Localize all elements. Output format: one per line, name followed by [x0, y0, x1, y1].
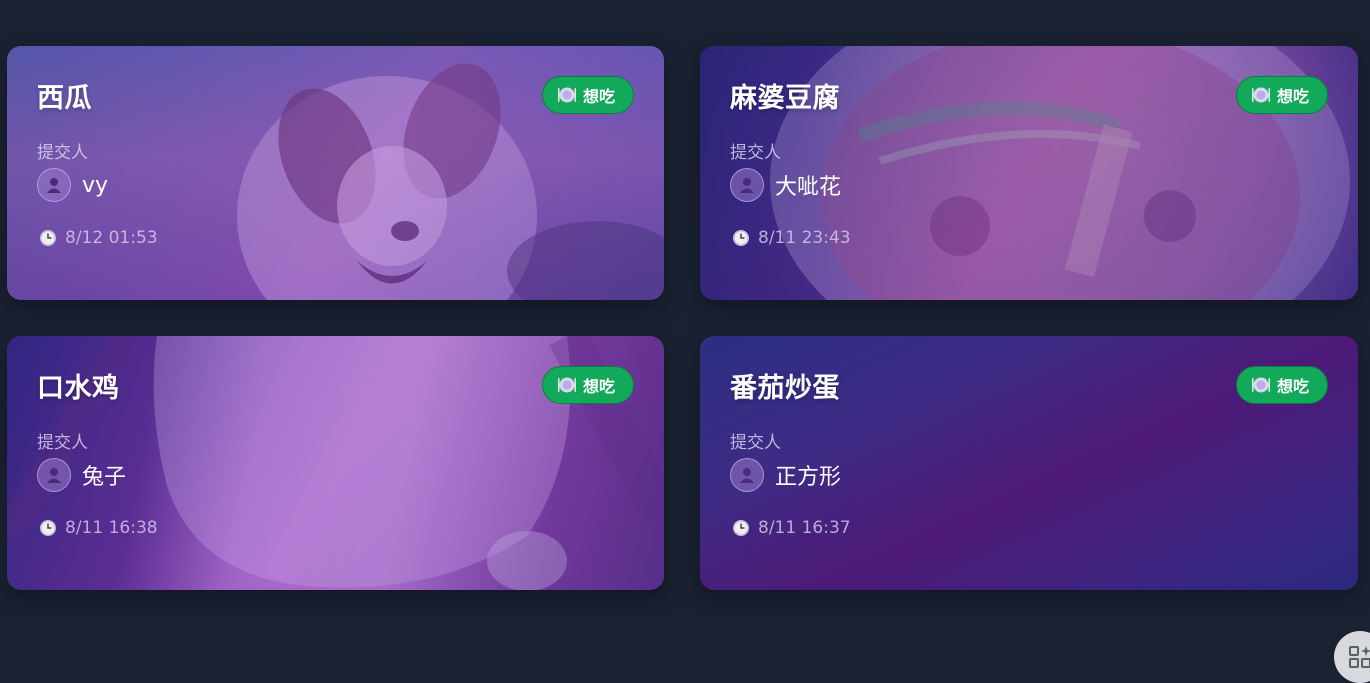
- want-to-eat-button[interactable]: 想吃: [1235, 366, 1328, 404]
- submitter-label: 提交人: [37, 143, 88, 163]
- want-to-eat-button[interactable]: 想吃: [1235, 76, 1328, 114]
- avatar: [37, 458, 71, 492]
- submitter-name: 正方形: [775, 465, 842, 490]
- dish-card[interactable]: 西瓜 想吃 提交人 vy 8/12 01:53: [7, 46, 664, 300]
- submit-time-text: 8/11 16:38: [65, 518, 158, 538]
- submitter-name: 大呲花: [775, 175, 842, 200]
- dish-card[interactable]: 口水鸡 想吃 提交人 兔子 8/11 16:38: [7, 336, 664, 590]
- clock-icon: [733, 230, 749, 246]
- user-icon: [740, 178, 754, 193]
- want-to-eat-label: 想吃: [582, 87, 615, 106]
- submit-time: 8/11 16:38: [39, 518, 158, 538]
- user-icon: [740, 468, 754, 483]
- plate-icon: [1251, 377, 1270, 393]
- floating-apps-button[interactable]: [1334, 631, 1370, 683]
- dish-card[interactable]: 麻婆豆腐 想吃 提交人 大呲花 8/11 23:43: [700, 46, 1358, 300]
- submitter-name: 兔子: [82, 465, 127, 490]
- submit-time-text: 8/11 23:43: [758, 228, 851, 248]
- avatar: [730, 168, 764, 202]
- submit-time: 8/12 01:53: [39, 228, 158, 248]
- want-to-eat-button[interactable]: 想吃: [541, 366, 634, 404]
- dish-card[interactable]: 番茄炒蛋 想吃 提交人 正方形 8/11 16:37: [700, 336, 1358, 590]
- user-icon: [47, 468, 61, 483]
- avatar: [37, 168, 71, 202]
- submitter: 大呲花: [730, 168, 841, 202]
- apps-icon: [1349, 646, 1370, 668]
- submitter: 兔子: [37, 458, 126, 492]
- want-to-eat-label: 想吃: [1276, 87, 1309, 106]
- submitter-label: 提交人: [730, 433, 781, 453]
- clock-icon: [733, 520, 749, 536]
- want-to-eat-label: 想吃: [582, 377, 615, 396]
- submitter-name: vy: [82, 172, 109, 198]
- plate-icon: [557, 377, 576, 393]
- submitter-label: 提交人: [37, 433, 88, 453]
- submitter-label: 提交人: [730, 143, 781, 163]
- clock-icon: [40, 520, 56, 536]
- user-icon: [47, 178, 61, 193]
- plate-icon: [1251, 87, 1270, 103]
- dish-title: 麻婆豆腐: [730, 83, 840, 114]
- submit-time: 8/11 23:43: [732, 228, 851, 248]
- want-to-eat-label: 想吃: [1276, 377, 1309, 396]
- want-to-eat-button[interactable]: 想吃: [541, 76, 634, 114]
- plate-icon: [557, 87, 576, 103]
- clock-icon: [40, 230, 56, 246]
- submitter: 正方形: [730, 458, 841, 492]
- submitter: vy: [37, 168, 108, 202]
- dish-title: 西瓜: [37, 83, 92, 114]
- dish-title: 番茄炒蛋: [730, 373, 840, 404]
- submit-time: 8/11 16:37: [732, 518, 851, 538]
- submit-time-text: 8/12 01:53: [65, 228, 158, 248]
- dish-title: 口水鸡: [37, 373, 120, 404]
- submit-time-text: 8/11 16:37: [758, 518, 851, 538]
- avatar: [730, 458, 764, 492]
- dish-card-grid: 西瓜 想吃 提交人 vy 8/12 01:53 麻婆豆腐 想吃 提交人 大呲花 …: [7, 46, 1358, 590]
